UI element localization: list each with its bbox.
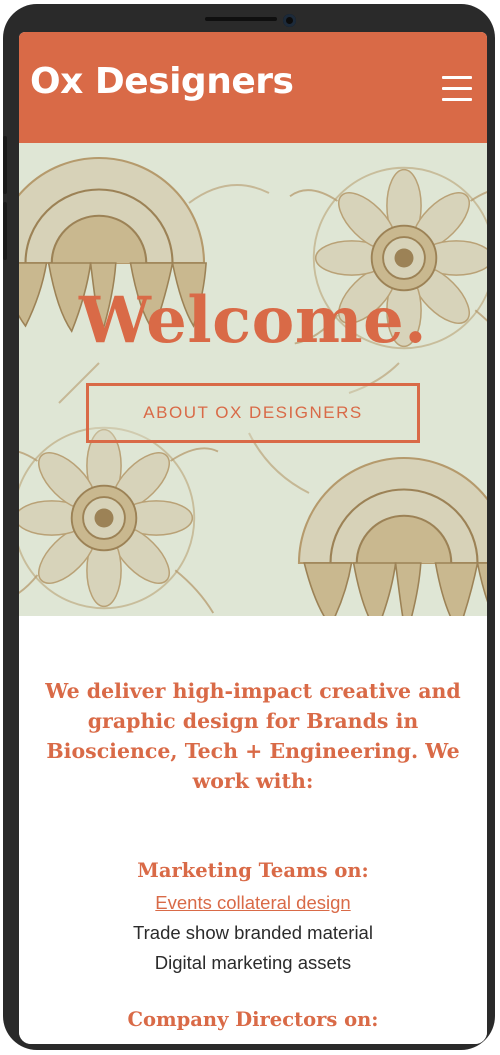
- volume-up-button: [3, 136, 7, 194]
- events-collateral-link[interactable]: Events collateral design: [19, 890, 487, 916]
- phone-frame: Ox Designers Welcome. ABOUT OX DESIGNERS…: [3, 4, 495, 1050]
- front-camera-icon: [283, 14, 296, 27]
- main-content: We deliver high-impact creative and grap…: [19, 616, 487, 1044]
- volume-down-button: [3, 202, 7, 260]
- earpiece-speaker: [205, 17, 277, 21]
- about-button[interactable]: ABOUT OX DESIGNERS: [86, 383, 420, 443]
- section-heading-marketing: Marketing Teams on:: [137, 859, 369, 882]
- menu-bar: [442, 98, 472, 101]
- list-item: Trade show branded material: [133, 922, 373, 943]
- site-header: Ox Designers: [19, 32, 487, 143]
- hero-section: Welcome. ABOUT OX DESIGNERS: [19, 143, 487, 616]
- menu-bar: [442, 87, 472, 90]
- hamburger-menu-icon[interactable]: [442, 76, 474, 102]
- intro-text: We deliver high-impact creative and grap…: [45, 679, 461, 793]
- site-logo[interactable]: Ox Designers: [30, 62, 294, 102]
- hero-illustration: [19, 143, 487, 616]
- menu-bar: [442, 76, 472, 79]
- list-item: Digital marketing assets: [154, 952, 352, 973]
- section-heading-directors: Company Directors on:: [127, 1008, 379, 1031]
- screen: Ox Designers Welcome. ABOUT OX DESIGNERS…: [19, 32, 487, 1044]
- hero-title: Welcome.: [78, 283, 428, 358]
